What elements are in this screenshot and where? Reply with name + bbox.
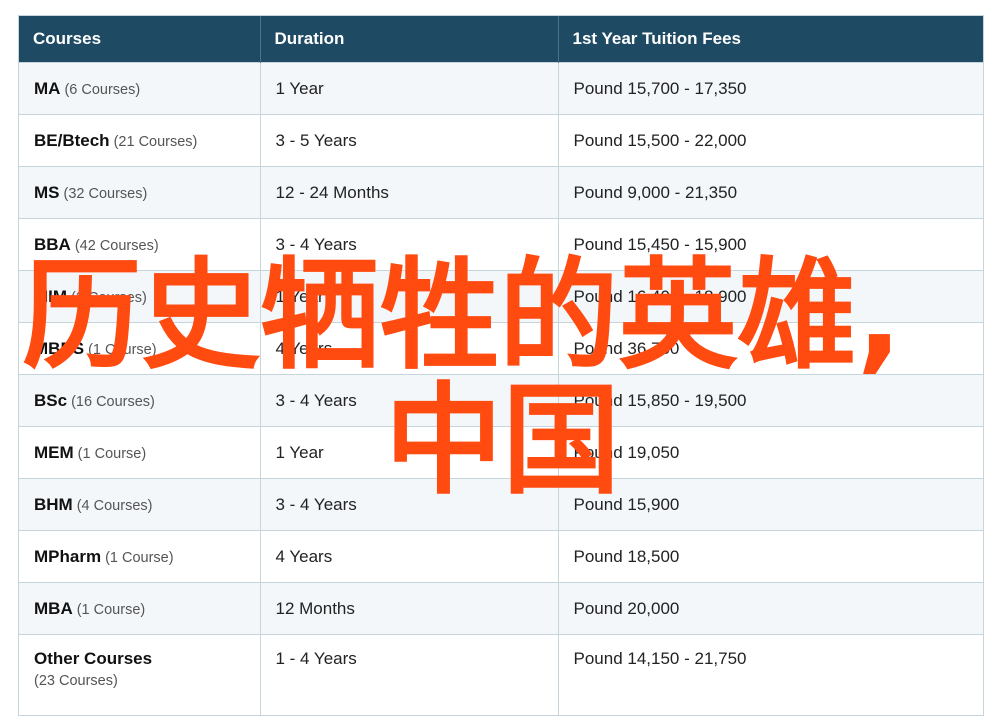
course-count: (2 Courses) (71, 289, 147, 306)
course-name: BHM (34, 494, 73, 514)
duration-cell: 12 - 24 Months (260, 166, 559, 219)
course-count: (1 Course) (105, 549, 174, 566)
tuition-fees-cell: Pound 15,900 (558, 478, 983, 531)
course-count: (1 Course) (77, 445, 147, 462)
duration-cell: 3 - 4 Years (260, 478, 559, 531)
duration-cell: 1 - 4 Years (260, 634, 559, 715)
course-name: MA (34, 78, 61, 98)
course-name: BBA (34, 234, 71, 254)
course-cell: BE/Btech (21 Courses) (19, 114, 261, 167)
duration-cell: 12 Months (260, 582, 559, 635)
course-cell: MBBS (1 Course) (19, 322, 261, 375)
course-cell: BBA (42 Courses) (19, 218, 261, 271)
header-tuition-fees: 1st Year Tuition Fees (558, 16, 983, 63)
course-name: MPharm (34, 546, 102, 566)
course-name: MS (34, 182, 60, 202)
duration-cell: 3 - 4 Years (260, 374, 559, 427)
course-cell: MBA (1 Course) (19, 582, 261, 635)
header-courses: Courses (19, 16, 261, 63)
course-name: MEM (34, 442, 74, 462)
duration-cell: 4 Years (260, 530, 559, 583)
tuition-fees-cell: Pound 36,750 (558, 322, 983, 375)
tuition-fees-cell: Pound 15,850 - 19,500 (558, 374, 983, 427)
table-row: MIM (2 Courses) 1 Year Pound 16,400 - 18,90… (19, 270, 983, 323)
course-count: (6 Courses) (64, 81, 141, 98)
course-fees-table-container: Courses Duration 1st Year Tuition Fees M… (18, 15, 984, 716)
course-count: (4 Courses) (76, 497, 153, 514)
tuition-fees-cell: Pound 15,450 - 15,900 (558, 218, 983, 271)
course-count: (1 Course) (88, 341, 157, 358)
table-row: BE/Btech (21 Courses) 3 - 5 Years Pound 15,… (19, 114, 983, 167)
course-count: (21 Courses) (113, 133, 198, 150)
tuition-fees-cell: Pound 14,150 - 21,750 (558, 634, 983, 715)
course-cell: BHM (4 Courses) (19, 478, 261, 531)
course-cell: MIM (2 Courses) (19, 270, 261, 323)
table-row: MPharm (1 Course) 4 Years Pound 18,500 (19, 530, 983, 583)
table-row: BBA (42 Courses) 3 - 4 Years Pound 15,450 -… (19, 218, 983, 271)
course-fees-table: Courses Duration 1st Year Tuition Fees M… (19, 16, 983, 715)
duration-cell: 1 Year (260, 270, 559, 323)
course-name: BSc (34, 390, 68, 410)
course-cell: MPharm (1 Course) (19, 530, 261, 583)
table-header: Courses Duration 1st Year Tuition Fees (19, 16, 983, 63)
course-name: MIM (34, 286, 68, 306)
table-row: BSc (16 Courses) 3 - 4 Years Pound 15,850 -… (19, 374, 983, 427)
table-row: MBA (1 Course) 12 Months Pound 20,000 (19, 582, 983, 635)
duration-cell: 3 - 4 Years (260, 218, 559, 271)
course-cell: BSc (16 Courses) (19, 374, 261, 427)
duration-cell: 4 Years (260, 322, 559, 375)
tuition-fees-cell: Pound 18,500 (558, 530, 983, 583)
tuition-fees-cell: Pound 15,700 - 17,350 (558, 62, 983, 115)
course-cell: MA (6 Courses) (19, 62, 261, 115)
course-count: (32 Courses) (63, 185, 148, 202)
course-cell: MEM (1 Course) (19, 426, 261, 479)
table-row: MEM (1 Course) 1 Year Pound 19,050 (19, 426, 983, 479)
table-row: MA (6 Courses) 1 Year Pound 15,700 - 17,350 (19, 62, 983, 115)
table-row: MBBS (1 Course) 4 Years Pound 36,750 (19, 322, 983, 375)
table-row: BHM (4 Courses) 3 - 4 Years Pound 15,900 (19, 478, 983, 531)
tuition-fees-cell: Pound 19,050 (558, 426, 983, 479)
duration-cell: 1 Year (260, 426, 559, 479)
course-count: (1 Course) (76, 601, 146, 618)
duration-cell: 3 - 5 Years (260, 114, 559, 167)
course-name: BE/Btech (34, 130, 110, 150)
course-count: (16 Courses) (71, 393, 155, 410)
table-body: MA (6 Courses) 1 Year Pound 15,700 - 17,350… (19, 62, 983, 715)
header-duration: Duration (260, 16, 559, 63)
tuition-fees-cell: Pound 20,000 (558, 582, 983, 635)
course-cell: Other Courses (23 Courses) (19, 634, 261, 715)
course-cell: MS (32 Courses) (19, 166, 261, 219)
course-count: (42 Courses) (74, 237, 159, 254)
duration-cell: 1 Year (260, 62, 559, 115)
header-row: Courses Duration 1st Year Tuition Fees (19, 16, 983, 63)
course-name: Other Courses (34, 649, 153, 668)
table-row: MS (32 Courses) 12 - 24 Months Pound 9,000 … (19, 166, 983, 219)
tuition-fees-cell: Pound 15,500 - 22,000 (558, 114, 983, 167)
tuition-fees-cell: Pound 16,400 - 18,900 (558, 270, 983, 323)
course-name: MBA (34, 598, 73, 618)
table-row: Other Courses (23 Courses) 1 - 4 Years Poun… (19, 634, 983, 715)
course-count: (23 Courses) (34, 673, 118, 689)
course-name: MBBS (34, 338, 85, 358)
tuition-fees-cell: Pound 9,000 - 21,350 (558, 166, 983, 219)
